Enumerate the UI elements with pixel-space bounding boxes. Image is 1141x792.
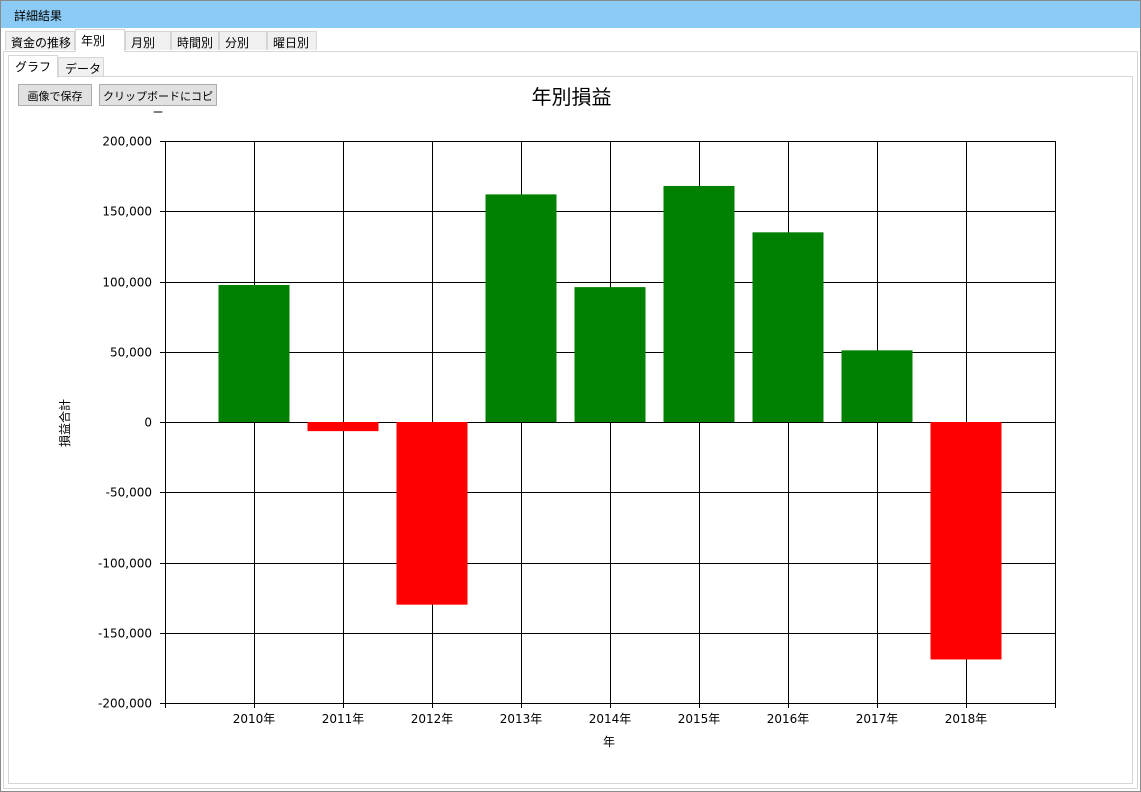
y-tick-label: 0 (144, 416, 152, 430)
result-window: 詳細結果 資金の推移 年別 月別 時間別 分別 曜日別 グラフ データ 画像で保… (0, 0, 1141, 792)
bar (930, 422, 1002, 660)
bar-chart: 200,000 150,000 100,000 50,000 0 -50,000 -100,… (57, 135, 1056, 749)
tab-yearly[interactable]: 年別 (75, 29, 125, 52)
bar (574, 287, 646, 422)
bar (485, 194, 557, 422)
bar (841, 350, 913, 422)
y-tick-label: -50,000 (106, 486, 152, 500)
x-tick-label: 2014年 (589, 712, 632, 726)
bar (663, 185, 735, 422)
bar (307, 422, 379, 432)
y-tick-label: 50,000 (110, 346, 152, 360)
x-tick-label: 2018年 (945, 712, 988, 726)
bar (396, 422, 468, 605)
y-tick-label: 200,000 (102, 135, 152, 149)
y-tick-label: -150,000 (98, 627, 152, 641)
y-tick-label: -200,000 (98, 697, 152, 711)
x-tick-label: 2016年 (767, 712, 810, 726)
y-tick-label: 150,000 (102, 205, 152, 219)
chart-axes (160, 141, 1056, 708)
y-tick-label: -100,000 (98, 557, 152, 571)
x-tick-label: 2010年 (233, 712, 276, 726)
bar (218, 285, 290, 422)
subtab-graph[interactable]: グラフ (8, 55, 58, 78)
x-axis-label: 年 (603, 735, 615, 749)
chart-grid (165, 141, 1055, 704)
x-tick-label: 2015年 (678, 712, 721, 726)
y-axis-label: 損益合計 (57, 399, 72, 447)
x-tick-label: 2012年 (411, 712, 454, 726)
bar (752, 232, 824, 422)
x-tick-label: 2013年 (500, 712, 543, 726)
y-tick-label: 100,000 (102, 276, 152, 290)
x-tick-label: 2017年 (856, 712, 899, 726)
x-tick-label: 2011年 (322, 712, 365, 726)
